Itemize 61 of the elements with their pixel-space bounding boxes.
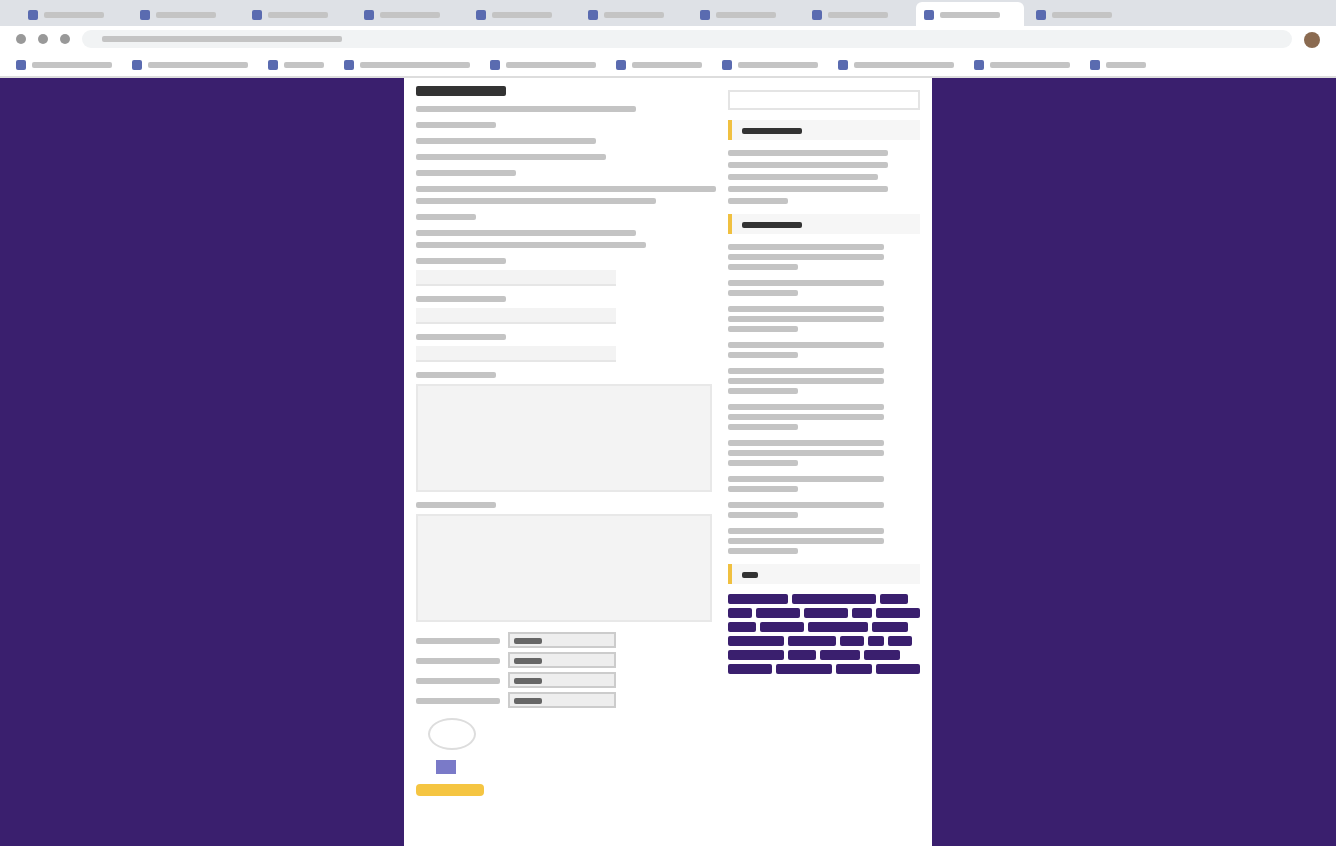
blurred-text <box>728 388 798 394</box>
captcha-logo-icon <box>436 760 456 774</box>
submit-button[interactable] <box>416 784 484 796</box>
blurred-text <box>716 11 776 17</box>
blurred-text <box>728 290 798 296</box>
blurred-text <box>416 258 506 264</box>
blurred-text <box>416 334 506 340</box>
blurred-text <box>1052 11 1112 17</box>
bookmark[interactable] <box>16 59 112 69</box>
blurred-text <box>416 86 506 96</box>
blurred-text <box>380 11 440 17</box>
blurred-text <box>416 657 500 663</box>
blurred-text <box>416 372 496 378</box>
blurred-text <box>44 11 104 17</box>
blurred-text <box>728 548 798 554</box>
bookmark[interactable] <box>344 59 470 69</box>
bookmark[interactable] <box>838 59 954 69</box>
bookmark[interactable] <box>1090 59 1146 69</box>
dropdown[interactable] <box>508 652 616 668</box>
input-field[interactable] <box>416 308 616 324</box>
blurred-text <box>728 326 798 332</box>
captcha-widget[interactable] <box>428 718 476 750</box>
bookmark[interactable] <box>722 59 818 69</box>
blurred-text <box>604 11 664 17</box>
dropdown[interactable] <box>508 672 616 688</box>
bookmark[interactable] <box>268 59 324 69</box>
blurred-text <box>742 571 758 577</box>
blurred-text <box>416 697 500 703</box>
blurred-text <box>416 296 506 302</box>
blurred-text <box>416 214 476 220</box>
blurred-text <box>492 11 552 17</box>
bookmark[interactable] <box>616 59 702 69</box>
blurred-text <box>728 512 798 518</box>
blurred-text <box>728 486 798 492</box>
blurred-text <box>728 424 798 430</box>
search-field[interactable] <box>728 90 920 110</box>
blurred-text <box>728 352 798 358</box>
blurred-text <box>742 127 802 133</box>
blurred-text <box>416 170 516 176</box>
blurred-text <box>268 11 328 17</box>
bookmark[interactable] <box>490 59 596 69</box>
avatar-icon[interactable] <box>1304 31 1320 47</box>
blurred-text <box>416 677 500 683</box>
blurred-text <box>742 221 802 227</box>
blurred-text <box>940 11 1000 17</box>
blurred-text <box>416 637 500 643</box>
blurred-text <box>728 264 798 270</box>
input-field[interactable] <box>416 270 616 286</box>
input-field[interactable] <box>416 346 616 362</box>
blurred-text <box>416 502 496 508</box>
dropdown[interactable] <box>508 692 616 708</box>
bookmark[interactable] <box>132 59 248 69</box>
tag-chip[interactable] <box>868 636 884 646</box>
bookmark[interactable] <box>974 59 1070 69</box>
blurred-text <box>728 460 798 466</box>
browser-tab[interactable] <box>916 2 1024 26</box>
blurred-text <box>728 198 788 204</box>
blurred-text <box>416 122 496 128</box>
blurred-text <box>828 11 888 17</box>
blurred-text <box>156 11 216 17</box>
dropdown[interactable] <box>508 632 616 648</box>
